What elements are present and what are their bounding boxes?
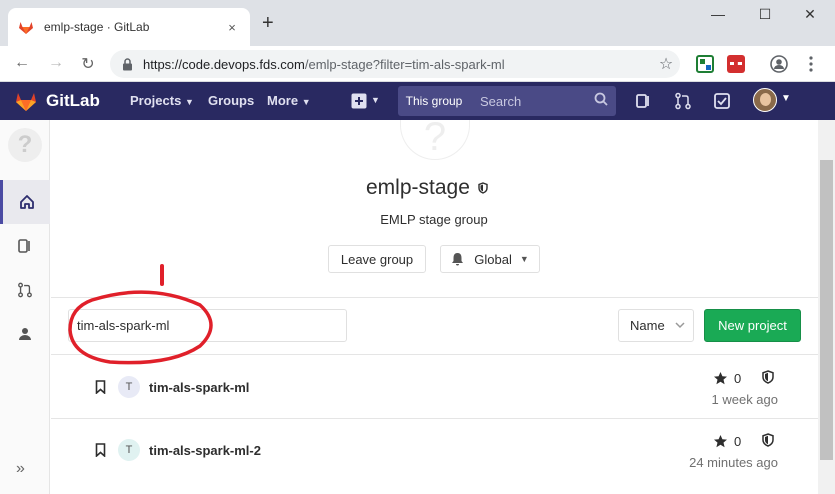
gitlab-favicon-icon [19,22,33,34]
project-name-link[interactable]: tim-als-spark-ml [149,380,249,395]
visibility-shield-icon [762,370,774,384]
group-description: EMLP stage group [380,212,488,227]
browser-toolbar: ← → ↻ https://code.devops.fds.com/emlp-s… [0,46,835,82]
address-bar[interactable]: https://code.devops.fds.com/emlp-stage?f… [110,50,680,78]
chevron-down-icon[interactable]: ▼ [781,93,791,104]
nav-groups[interactable]: Groups [208,93,254,108]
browser-tabstrip: emlp-stage · GitLab × + — ☐ ✕ [0,0,835,46]
bell-icon [452,253,464,266]
group-sidebar: ? » [0,120,50,494]
back-button[interactable]: ← [12,54,32,72]
star-icon [714,435,727,448]
sort-dropdown[interactable]: Name [618,309,694,342]
user-icon [19,328,31,340]
bookmark-icon [95,443,106,457]
forward-button[interactable]: → [46,54,66,72]
search-input[interactable] [480,93,590,109]
scrollbar-thumb[interactable] [820,160,833,460]
gitlab-tanuki-icon [16,93,36,111]
extension-icon[interactable] [696,55,714,73]
sidebar-item-issues[interactable] [0,224,50,268]
new-dropdown[interactable]: ▼ [351,90,381,112]
chevron-down-icon [675,322,685,329]
project-avatar: T [118,376,140,398]
sidebar-item-members[interactable] [0,312,50,356]
gitlab-logo[interactable]: GitLab [14,89,100,113]
home-icon [19,195,34,209]
chevron-down-icon: ▼ [371,95,380,105]
browser-menu-icon[interactable] [802,55,820,73]
close-window-button[interactable]: ✕ [790,6,830,23]
collapse-sidebar-icon[interactable]: » [16,460,25,478]
bookmark-star-icon[interactable]: ☆ [652,54,680,74]
issues-icon[interactable] [635,92,653,110]
search-scope-badge[interactable]: This group [398,86,470,116]
chevron-down-icon: ▼ [301,97,311,107]
reload-button[interactable]: ↻ [78,54,98,74]
star-count: 0 [713,371,741,386]
extension-icon-2[interactable] [727,55,745,73]
search-icon [594,92,608,106]
project-name-link[interactable]: tim-als-spark-ml-2 [149,443,261,458]
page-scrollbar[interactable] [818,120,835,494]
divider [51,354,818,355]
updated-time: 24 minutes ago [689,455,778,470]
tab-title: emlp-stage · GitLab [44,20,150,34]
todos-icon[interactable] [713,92,731,110]
nav-projects[interactable]: Projects ▼ [130,93,194,108]
new-project-button[interactable]: New project [704,309,801,342]
leave-group-button[interactable]: Leave group [328,245,426,273]
maximize-button[interactable]: ☐ [745,6,785,23]
merge-requests-icon[interactable] [674,92,692,110]
url-text: https://code.devops.fds.com/emlp-stage?f… [143,56,505,72]
group-name: emlp-stage [366,176,470,199]
group-avatar: ? [400,120,470,160]
gitlab-wordmark: GitLab [46,91,100,110]
tab-close-icon[interactable]: × [224,20,240,35]
user-avatar[interactable] [753,88,777,112]
browser-tab[interactable]: emlp-stage · GitLab × [8,8,250,46]
shield-icon [478,182,488,194]
star-icon [714,372,727,385]
lock-icon [123,57,132,70]
gitlab-navbar: GitLab Projects ▼ Groups More ▼ ▼ This g… [0,82,835,120]
merge-requests-icon [18,282,32,298]
minimize-button[interactable]: — [698,6,738,22]
divider [51,297,818,298]
project-row[interactable]: T tim-als-spark-ml-2 0 24 minutes ago [51,419,818,481]
issues-icon [18,239,30,253]
sidebar-item-merge-requests[interactable] [0,268,50,312]
new-tab-button[interactable]: + [262,13,274,33]
search-box[interactable] [470,86,616,116]
chevron-down-icon: ▼ [519,254,529,264]
visibility-shield-icon [762,433,774,447]
plus-square-icon [351,93,367,109]
project-filter-input[interactable] [68,309,347,342]
project-avatar: T [118,439,140,461]
group-avatar-icon[interactable]: ? [8,128,42,162]
notification-dropdown[interactable]: Global ▼ [440,245,540,273]
star-count: 0 [713,434,741,449]
group-title: emlp-stage [366,176,488,200]
profile-icon[interactable] [770,55,788,73]
nav-more[interactable]: More ▼ [267,93,311,108]
project-row[interactable]: T tim-als-spark-ml 0 1 week ago [51,356,818,418]
updated-time: 1 week ago [711,392,779,407]
bookmark-icon [95,380,106,394]
chevron-down-icon: ▼ [184,97,194,107]
